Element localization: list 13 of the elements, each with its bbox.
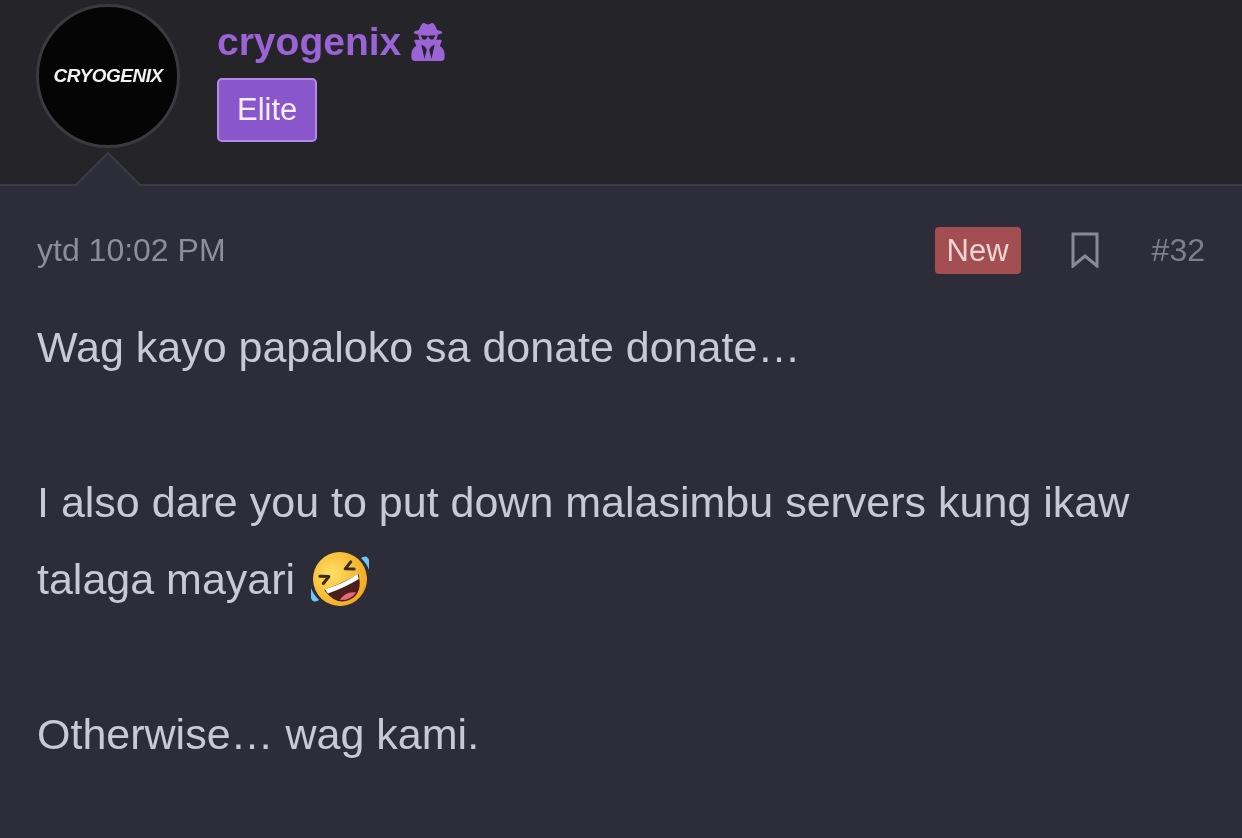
post-text: talaga mayari	[37, 554, 296, 606]
avatar-logo-text: CRYOGENIX	[53, 65, 163, 87]
post-text: Wag kayo papaloko sa donate donate…	[37, 321, 801, 373]
user-avatar[interactable]: CRYOGENIX	[36, 4, 180, 148]
post-timestamp[interactable]: ytd 10:02 PM	[37, 231, 226, 269]
new-label: New	[934, 226, 1021, 274]
post-text: Otherwise… wag kami.	[37, 709, 480, 761]
post-number-link[interactable]: #32	[1151, 231, 1205, 269]
post-text: I also dare you to put down malasimbu servers kung ikaw	[37, 476, 1130, 528]
username-link[interactable]: cryogenix	[217, 20, 402, 64]
user-title-badge: Elite	[217, 78, 318, 142]
detective-icon	[409, 23, 448, 61]
bookmark-icon[interactable]	[1070, 232, 1099, 268]
